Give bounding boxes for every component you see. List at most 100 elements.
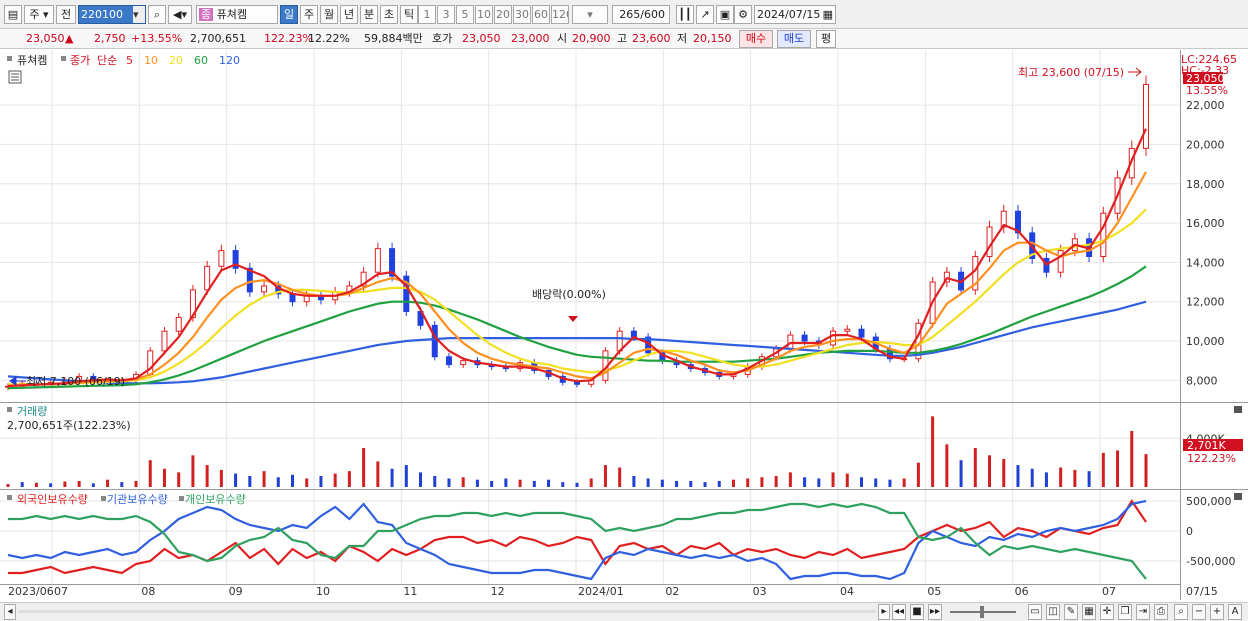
volume-bar: [1087, 471, 1091, 487]
chart-tool-icon[interactable]: ↗: [696, 5, 714, 24]
search-icon[interactable]: ⌕: [148, 5, 166, 24]
data-count-field[interactable]: 265/600: [612, 5, 670, 24]
volume-bar: [333, 473, 337, 487]
legend-ma-120[interactable]: 120: [219, 54, 240, 67]
stock-name-field[interactable]: 종 퓨쳐켐: [196, 5, 278, 24]
candle-type-icon[interactable]: ┃┃: [676, 5, 694, 24]
holding-legend-item[interactable]: 개인보유수량: [185, 493, 246, 506]
legend-ma-5[interactable]: 5: [126, 54, 133, 67]
volume-bar: [447, 478, 451, 487]
ask-price: 23,050: [462, 32, 501, 45]
candle-body: [986, 226, 993, 257]
holding-legend: 외국인보유수량 기관보유수량 개인보유수량: [17, 493, 246, 506]
candle-body: [844, 328, 851, 332]
gear-icon[interactable]: ⚙: [734, 5, 752, 24]
period-button-1[interactable]: 일: [280, 5, 298, 24]
holding-tick-label: -500,000: [1186, 555, 1235, 568]
candle-body: [460, 360, 467, 366]
stock-code-input[interactable]: 220100 ▾: [78, 5, 146, 24]
volume-bar: [603, 465, 607, 487]
toolbar: ▤ 주 ▾ 전 220100 ▾ ⌕ ◀▾ 종 퓨쳐켐 일주월년분초틱 1351…: [0, 0, 1248, 29]
legend-ma-20[interactable]: 20: [169, 54, 183, 67]
market-select[interactable]: 주 ▾: [24, 5, 54, 24]
date-field[interactable]: 2024/07/15 ▦: [754, 5, 836, 24]
code-dropdown-icon[interactable]: ▾: [133, 6, 145, 23]
fast-forward-icon[interactable]: ▸▸: [928, 604, 942, 620]
interval-button-10[interactable]: 10: [475, 5, 493, 24]
volume-bar: [632, 476, 636, 487]
legend-marker: [61, 56, 66, 61]
window-menu-icon[interactable]: ▤: [4, 5, 22, 24]
split-icon[interactable]: ◫: [1046, 604, 1060, 620]
volume-panel-close-icon[interactable]: [1234, 406, 1242, 413]
trade-amount: 59,884백만: [364, 32, 423, 45]
period-button-4[interactable]: 년: [340, 5, 358, 24]
custom-interval-select[interactable]: ▾: [572, 5, 608, 24]
open-label: 시: [557, 32, 568, 45]
interval-button-3[interactable]: 3: [437, 5, 455, 24]
scroll-right-icon[interactable]: ▸: [878, 604, 890, 620]
zoom-in-icon[interactable]: +: [1210, 604, 1224, 620]
period-button-3[interactable]: 월: [320, 5, 338, 24]
zoom-slider-handle[interactable]: [980, 606, 984, 618]
layout-icon[interactable]: ▭: [1028, 604, 1042, 620]
holding-legend-item[interactable]: 기관보유수량: [107, 493, 168, 506]
crosshair-icon[interactable]: ✛: [1100, 604, 1114, 620]
prev-button[interactable]: 전: [56, 5, 76, 24]
scroll-left-icon[interactable]: ◂: [4, 604, 16, 620]
quote-label: 호가: [432, 32, 453, 45]
high-label: 고: [617, 32, 628, 45]
volume-bar: [419, 472, 423, 487]
export-icon[interactable]: ⇥: [1136, 604, 1150, 620]
legend-ma-10[interactable]: 10: [144, 54, 158, 67]
stop-icon[interactable]: ■: [910, 604, 924, 620]
horizontal-scrollbar[interactable]: [18, 610, 876, 613]
volume-bar: [177, 472, 181, 487]
interval-button-20[interactable]: 20: [494, 5, 512, 24]
legend-close[interactable]: 종가: [70, 54, 90, 67]
average-button[interactable]: 평: [816, 30, 836, 48]
period-button-5[interactable]: 분: [360, 5, 378, 24]
volume-bar: [234, 473, 238, 487]
speaker-icon[interactable]: ◀▾: [168, 5, 192, 24]
holding-panel-close-icon[interactable]: [1234, 493, 1242, 500]
period-button-6[interactable]: 초: [380, 5, 398, 24]
volume-bar: [404, 465, 408, 487]
interval-button-30[interactable]: 30: [513, 5, 531, 24]
period-button-2[interactable]: 주: [300, 5, 318, 24]
current-price: 23,050: [26, 32, 65, 45]
volume-bar: [959, 460, 963, 487]
auto-scale-icon[interactable]: A: [1228, 604, 1242, 620]
open-price: 20,900: [572, 32, 611, 45]
save-icon[interactable]: ▣: [716, 5, 734, 24]
sell-button[interactable]: 매도: [777, 30, 811, 48]
zoom-search-icon[interactable]: ⌕: [1174, 604, 1188, 620]
holding-legend-item[interactable]: 외국인보유수량: [17, 493, 88, 506]
zoom-out-icon[interactable]: −: [1192, 604, 1206, 620]
volume-bar: [347, 471, 351, 487]
interval-button-60[interactable]: 60: [532, 5, 550, 24]
calendar-icon[interactable]: ▦: [823, 6, 833, 23]
change-arrow: ▲: [65, 32, 74, 45]
rewind-icon[interactable]: ◂◂: [892, 604, 906, 620]
price-tick-label: 14,000: [1186, 256, 1225, 269]
volume-bar: [731, 479, 735, 487]
legend-ma-type[interactable]: 단순: [97, 54, 117, 67]
copy-icon[interactable]: ❐: [1118, 604, 1132, 620]
draw-icon[interactable]: ✎: [1064, 604, 1078, 620]
candle-body: [1100, 212, 1107, 257]
volume-bar: [433, 476, 437, 487]
stock-name-text: 퓨쳐켐: [216, 8, 247, 21]
table-icon[interactable]: ▦: [1082, 604, 1096, 620]
period-button-7[interactable]: 틱: [400, 5, 418, 24]
buy-button[interactable]: 매수: [739, 30, 773, 48]
legend-ma-60[interactable]: 60: [194, 54, 208, 67]
interval-button-120[interactable]: 120: [551, 5, 569, 24]
interval-button-1[interactable]: 1: [418, 5, 436, 24]
legend-stock-name[interactable]: 퓨쳐켐: [17, 54, 47, 67]
volume-bar: [1030, 468, 1034, 487]
print-icon[interactable]: ⎙: [1154, 604, 1168, 620]
candle-body: [261, 285, 268, 293]
interval-button-5[interactable]: 5: [456, 5, 474, 24]
volume-title[interactable]: 거래량: [17, 405, 47, 418]
